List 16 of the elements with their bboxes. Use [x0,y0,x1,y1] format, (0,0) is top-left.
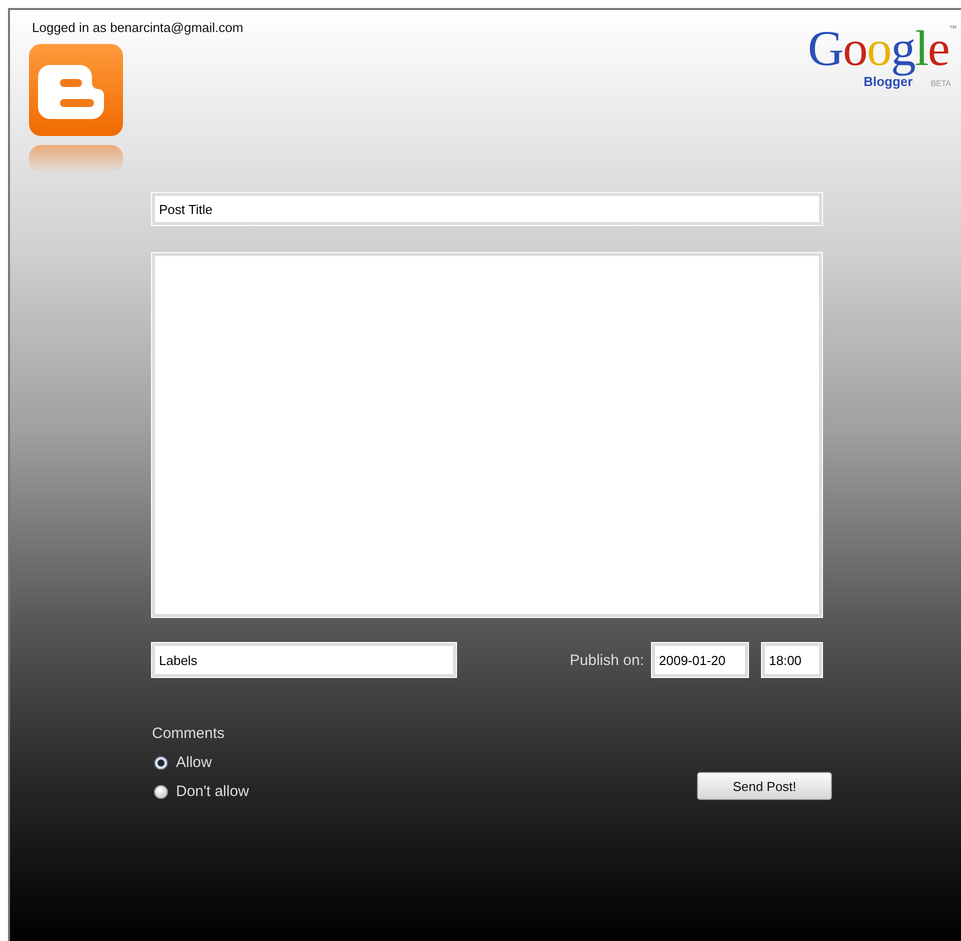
date-field[interactable]: 2009-01-20 [652,643,748,677]
blogger-logo-icon [28,43,124,173]
radio-label: Allow [176,754,212,771]
radio-button[interactable] [154,784,168,798]
comments-label: Comments [152,725,226,742]
send-post-button[interactable]: Send Post! [697,772,832,800]
labels-field[interactable]: Labels [152,643,456,677]
login-status-text: Logged in as benarcinta@gmail.com [32,20,244,35]
post-body-field[interactable] [152,253,822,617]
publish-on-label: Publish on: [570,652,644,668]
trademark-text: ™ [949,24,957,33]
radio-label: Don't allow [176,783,249,800]
beta-text: BETA [930,78,951,89]
time-field[interactable]: 18:00 [762,643,822,677]
radio-button[interactable] [154,756,168,770]
post-title-field[interactable]: Post Title [152,193,822,225]
